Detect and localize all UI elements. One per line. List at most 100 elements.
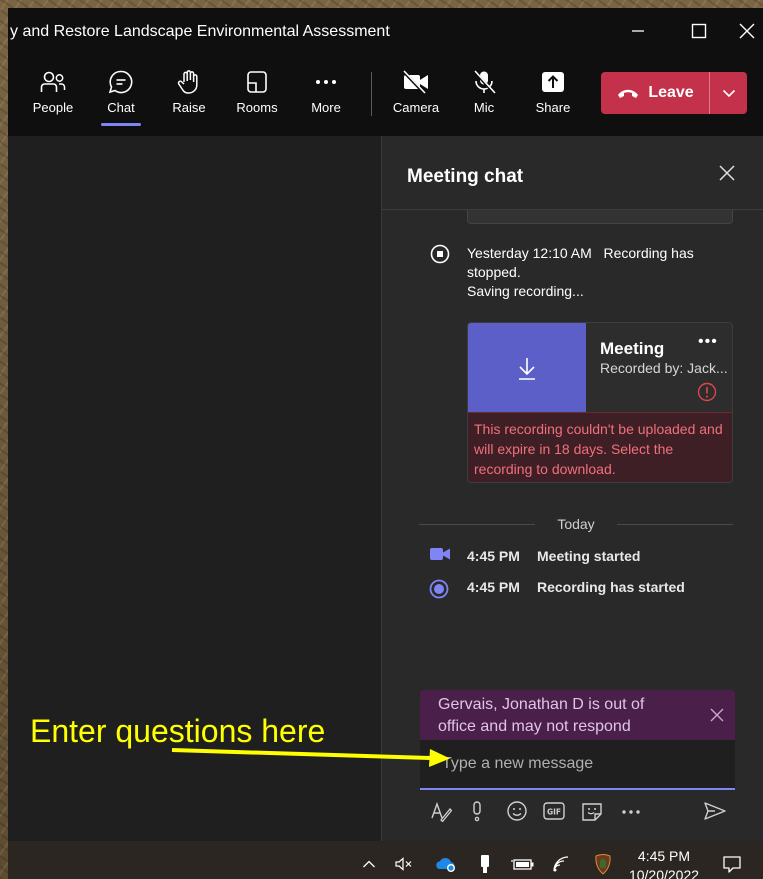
rooms-button[interactable]: Rooms bbox=[225, 66, 289, 130]
meeting-chat-panel: Meeting chat Yesterday 12:10 AM Recordin… bbox=[381, 136, 763, 841]
download-icon bbox=[519, 357, 535, 380]
battery-button[interactable] bbox=[510, 841, 536, 879]
chevron-down-icon bbox=[722, 89, 735, 98]
people-icon bbox=[40, 71, 66, 92]
recording-started-icon bbox=[429, 579, 449, 599]
chat-icon bbox=[108, 70, 133, 94]
emoji-icon bbox=[507, 801, 527, 821]
rooms-label: Rooms bbox=[236, 100, 278, 115]
compose-box[interactable] bbox=[420, 740, 735, 790]
more-icon bbox=[316, 80, 336, 84]
gif-icon: GIF bbox=[543, 802, 565, 820]
send-button[interactable] bbox=[703, 800, 727, 822]
mic-button[interactable]: Mic bbox=[452, 66, 516, 130]
sticker-icon bbox=[582, 803, 602, 821]
close-chat-button[interactable] bbox=[718, 164, 736, 187]
recording-stopped-line2: Saving recording... bbox=[467, 283, 584, 299]
mic-label: Mic bbox=[473, 100, 495, 115]
recording-subtitle: Recorded by: Jack... bbox=[600, 360, 728, 376]
format-pen-icon bbox=[431, 801, 452, 822]
sticker-button[interactable] bbox=[580, 800, 604, 822]
recording-card[interactable]: Meeting Recorded by: Jack... ••• This re… bbox=[467, 322, 733, 483]
volume-button[interactable] bbox=[392, 841, 416, 879]
usb-drive-icon bbox=[481, 855, 489, 873]
onedrive-cloud-icon bbox=[436, 858, 455, 872]
title-bar: y and Restore Landscape Environmental As… bbox=[8, 8, 763, 56]
breakout-rooms-icon bbox=[247, 71, 267, 93]
hand-icon bbox=[177, 70, 198, 94]
minimize-button[interactable] bbox=[623, 16, 653, 46]
recording-stopped-icon bbox=[430, 244, 450, 264]
date-divider: Today bbox=[419, 514, 734, 534]
raise-label: Raise bbox=[172, 100, 206, 115]
event-text: Recording has started bbox=[537, 579, 685, 595]
chevron-up-icon bbox=[363, 860, 375, 868]
camera-off-icon bbox=[402, 70, 428, 94]
previous-message-card bbox=[467, 210, 733, 224]
leave-options-button[interactable] bbox=[710, 88, 747, 98]
taskbar-clock[interactable]: 4:45 PM 10/20/2022 bbox=[626, 847, 702, 879]
maximize-icon bbox=[691, 23, 707, 39]
more-button[interactable]: More bbox=[294, 66, 358, 130]
video-camera-icon bbox=[430, 548, 450, 560]
divider-line bbox=[616, 523, 734, 525]
maximize-button[interactable] bbox=[684, 16, 714, 46]
leave-button[interactable]: Leave bbox=[601, 72, 709, 114]
format-button[interactable] bbox=[430, 800, 452, 822]
send-icon bbox=[704, 802, 726, 820]
nps-app-button[interactable] bbox=[590, 841, 616, 879]
event-time: 4:45 PM bbox=[467, 548, 520, 564]
notifications-button[interactable] bbox=[718, 841, 746, 879]
close-window-button[interactable] bbox=[732, 16, 762, 46]
chat-button[interactable]: Chat bbox=[89, 66, 153, 130]
network-button[interactable] bbox=[550, 841, 574, 879]
chat-title: Meeting chat bbox=[407, 166, 524, 187]
active-tab-indicator bbox=[101, 123, 141, 126]
toolbar-divider bbox=[371, 72, 372, 116]
mic-off-icon bbox=[472, 70, 496, 94]
leave-button-group: Leave bbox=[601, 72, 747, 114]
compose-toolbar: GIF bbox=[420, 798, 735, 828]
show-hidden-icons-button[interactable] bbox=[358, 841, 380, 879]
share-button[interactable]: Share bbox=[521, 66, 585, 130]
minimize-icon bbox=[632, 30, 644, 32]
close-icon bbox=[719, 165, 735, 181]
annotation-arrow-icon bbox=[171, 748, 450, 767]
more-options-button[interactable] bbox=[620, 800, 642, 822]
onedrive-button[interactable] bbox=[432, 841, 460, 879]
date-divider-label: Today bbox=[557, 516, 595, 532]
dismiss-banner-button[interactable] bbox=[709, 707, 725, 730]
emoji-button[interactable] bbox=[506, 800, 528, 822]
message-input[interactable] bbox=[420, 740, 735, 788]
recording-started-event: 4:45 PM Recording has started bbox=[467, 578, 687, 597]
clock-date: 10/20/2022 bbox=[628, 867, 700, 879]
more-label: More bbox=[311, 100, 341, 115]
window-title: y and Restore Landscape Environmental As… bbox=[10, 23, 390, 40]
raise-hand-button[interactable]: Raise bbox=[157, 66, 221, 130]
windows-taskbar: 4:45 PM 10/20/2022 bbox=[8, 841, 763, 879]
battery-icon bbox=[511, 859, 534, 870]
recording-stopped-message: Yesterday 12:10 AM Recording has stopped… bbox=[467, 244, 727, 301]
recording-error-message: This recording couldn't be uploaded and … bbox=[468, 412, 732, 482]
gif-button[interactable]: GIF bbox=[542, 800, 566, 822]
recording-title: Meeting bbox=[600, 339, 665, 358]
mark-important-button[interactable] bbox=[470, 800, 484, 822]
meeting-started-event: 4:45 PM Meeting started bbox=[467, 547, 640, 566]
recording-more-options[interactable]: ••• bbox=[698, 333, 718, 351]
volume-muted-icon bbox=[395, 857, 412, 871]
share-label: Share bbox=[535, 100, 571, 115]
out-of-office-text: Gervais, Jonathan D is out of office and… bbox=[438, 696, 645, 735]
usb-device-button[interactable] bbox=[474, 841, 496, 879]
clock-time: 4:45 PM bbox=[637, 848, 691, 864]
leave-label: Leave bbox=[648, 84, 694, 101]
arrowhead-badge-icon bbox=[595, 854, 611, 875]
svg-text:GIF: GIF bbox=[547, 808, 561, 817]
people-button[interactable]: People bbox=[21, 66, 85, 130]
wifi-icon bbox=[553, 856, 569, 872]
out-of-office-banner: Gervais, Jonathan D is out of office and… bbox=[420, 690, 735, 740]
divider-line bbox=[419, 523, 536, 525]
recording-thumbnail[interactable] bbox=[468, 323, 586, 412]
camera-label: Camera bbox=[392, 100, 440, 115]
camera-button[interactable]: Camera bbox=[384, 66, 448, 130]
recording-stopped-time: Yesterday 12:10 AM bbox=[467, 245, 592, 261]
